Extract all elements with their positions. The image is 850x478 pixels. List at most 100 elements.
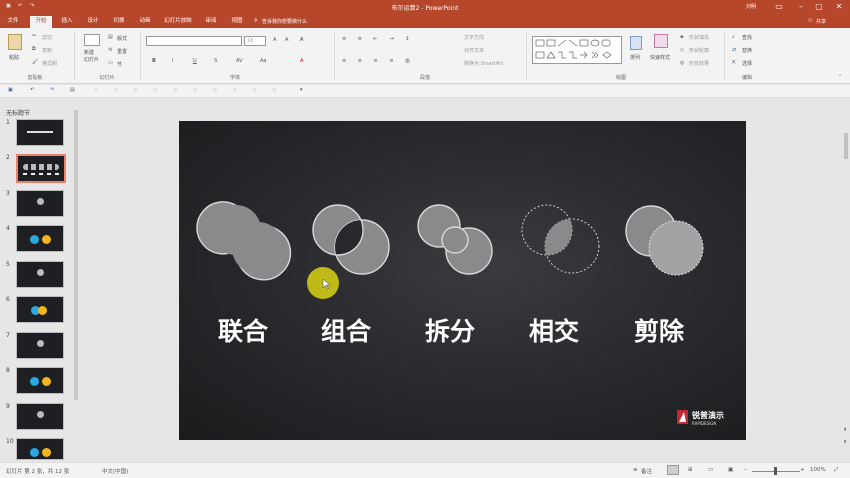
normal-view-icon[interactable]: [667, 465, 679, 475]
shapes-gallery[interactable]: [532, 36, 622, 64]
section-icon[interactable]: ▭: [108, 60, 113, 66]
qat-undo-icon[interactable]: ↶: [30, 87, 34, 93]
list-icons[interactable]: ≡ ≡ ⇤ ⇥ ↕: [342, 36, 414, 42]
find-button[interactable]: 查找: [742, 34, 752, 41]
user-name[interactable]: 刘明: [746, 3, 756, 10]
cut-icon[interactable]: ✂: [32, 33, 36, 39]
tab-animations[interactable]: 动画: [134, 16, 156, 28]
slide-thumb-10[interactable]: [16, 438, 64, 460]
tab-design[interactable]: 设计: [82, 16, 104, 28]
quick-styles-icon[interactable]: [654, 34, 668, 48]
paste-icon[interactable]: [8, 34, 22, 50]
effects-icon[interactable]: ◎: [680, 60, 684, 66]
increase-font-icon[interactable]: A: [273, 37, 276, 43]
clear-format-icon[interactable]: A̸: [300, 37, 303, 43]
slide-thumb-9[interactable]: [16, 403, 64, 430]
reset-button[interactable]: 重置: [117, 48, 127, 55]
slide-thumb-4[interactable]: [16, 225, 64, 252]
qat-redo-icon[interactable]: ↷: [50, 87, 54, 93]
layout-button[interactable]: 版式: [117, 35, 127, 42]
notes-button[interactable]: 备注: [641, 467, 652, 475]
slide[interactable]: [179, 121, 746, 440]
copy-button[interactable]: 复制: [42, 47, 52, 54]
format-painter-button[interactable]: 格式刷: [42, 60, 57, 67]
arrange-button[interactable]: 排列: [630, 54, 640, 61]
close-button[interactable]: ✕: [828, 0, 850, 14]
tab-transitions[interactable]: 切换: [108, 16, 130, 28]
tab-home[interactable]: 开始: [30, 16, 52, 28]
italic-button[interactable]: I: [172, 58, 173, 64]
format-painter-icon[interactable]: 🖌: [32, 59, 38, 65]
char-spacing-icon[interactable]: AV: [236, 58, 243, 64]
reset-icon[interactable]: ⟲: [108, 47, 112, 53]
slide-thumb-1[interactable]: [16, 119, 64, 146]
tab-insert[interactable]: 插入: [56, 16, 78, 28]
notes-icon[interactable]: ≡: [633, 467, 638, 473]
maximize-button[interactable]: ▢: [808, 0, 830, 14]
slide-thumb-7[interactable]: [16, 332, 64, 359]
share-button[interactable]: 共享: [816, 18, 826, 25]
slide-scrollbar[interactable]: ⇞ ⇟: [842, 99, 850, 461]
fit-slide-icon[interactable]: ⤢: [834, 467, 838, 474]
strikethrough-button[interactable]: S: [214, 58, 217, 64]
ribbon-options-button[interactable]: ▭: [768, 0, 790, 14]
tell-me-input[interactable]: 告诉我你想要做什么: [262, 18, 307, 25]
section-button[interactable]: 节: [117, 61, 122, 68]
layout-icon[interactable]: ▤: [108, 34, 113, 40]
zoom-in-icon[interactable]: +: [800, 467, 805, 473]
cut-button[interactable]: 剪切: [42, 34, 52, 41]
zoom-level[interactable]: 100%: [810, 467, 826, 473]
replace-icon[interactable]: ⇄: [732, 47, 736, 53]
tab-file[interactable]: 文件: [4, 16, 22, 28]
zoom-slider-thumb[interactable]: [774, 467, 777, 475]
arrange-icon[interactable]: [630, 36, 642, 50]
fill-icon[interactable]: ◈: [680, 34, 684, 40]
paste-button[interactable]: 粘贴: [9, 54, 19, 61]
section-label[interactable]: 无标题节: [6, 108, 30, 117]
language-indicator[interactable]: 中文(中国): [102, 467, 128, 475]
slideshow-icon[interactable]: ▣: [728, 467, 733, 473]
tab-review[interactable]: 审阅: [200, 16, 222, 28]
collapse-ribbon-icon[interactable]: ⌃: [838, 74, 842, 80]
next-slide-icon[interactable]: ⇟: [843, 439, 847, 445]
decrease-font-icon[interactable]: A: [285, 37, 288, 43]
select-button[interactable]: 选择: [742, 60, 752, 67]
find-icon[interactable]: ⌕: [732, 34, 735, 40]
reading-view-icon[interactable]: ▭: [708, 467, 713, 473]
align-text-button[interactable]: 对齐文本: [464, 47, 484, 54]
change-case-icon[interactable]: Aa: [260, 58, 266, 64]
bold-button[interactable]: B: [152, 58, 156, 64]
qat-present-icon[interactable]: ▤: [70, 87, 75, 93]
shape-outline-button[interactable]: 形状轮廓: [689, 47, 709, 54]
font-color-icon[interactable]: A: [300, 58, 303, 64]
shape-fill-button[interactable]: 形状填充: [689, 34, 709, 41]
prev-slide-icon[interactable]: ⇞: [843, 427, 847, 433]
text-direction-button[interactable]: 文字方向: [464, 34, 484, 41]
share-icon[interactable]: ⚇: [808, 18, 812, 24]
replace-button[interactable]: 替换: [742, 47, 752, 54]
tab-slideshow[interactable]: 幻灯片放映: [160, 16, 196, 28]
thumbnails-scrollbar[interactable]: [74, 110, 78, 400]
outline-icon[interactable]: ◇: [680, 47, 684, 53]
quick-styles-button[interactable]: 快速样式: [650, 54, 670, 61]
slide-thumb-3[interactable]: [16, 190, 64, 217]
underline-button[interactable]: U: [193, 58, 197, 64]
select-icon[interactable]: ⇱: [732, 60, 736, 66]
slide-thumb-6[interactable]: [16, 296, 64, 323]
font-name-input[interactable]: [146, 36, 242, 46]
slide-thumb-2[interactable]: [16, 154, 66, 183]
qat-save-icon[interactable]: ▣: [8, 87, 13, 93]
tab-view[interactable]: 视图: [226, 16, 248, 28]
copy-icon[interactable]: ⧉: [32, 46, 36, 52]
new-slide-button[interactable]: 新建 幻灯片: [84, 50, 99, 64]
slide-thumb-8[interactable]: [16, 367, 64, 394]
smartart-button[interactable]: 转换为 SmartArt: [464, 60, 503, 67]
qat-customize-icon[interactable]: ▾: [300, 87, 303, 93]
slide-thumb-5[interactable]: [16, 261, 64, 288]
font-size-input[interactable]: 18: [244, 36, 266, 46]
slide-sorter-icon[interactable]: ⊞: [688, 467, 693, 473]
zoom-out-icon[interactable]: –: [744, 467, 747, 473]
align-icons[interactable]: ≡ ≡ ≡ ≡ ▥: [342, 58, 415, 64]
new-slide-icon[interactable]: [84, 34, 100, 46]
shape-effects-button[interactable]: 形状效果: [689, 60, 709, 67]
